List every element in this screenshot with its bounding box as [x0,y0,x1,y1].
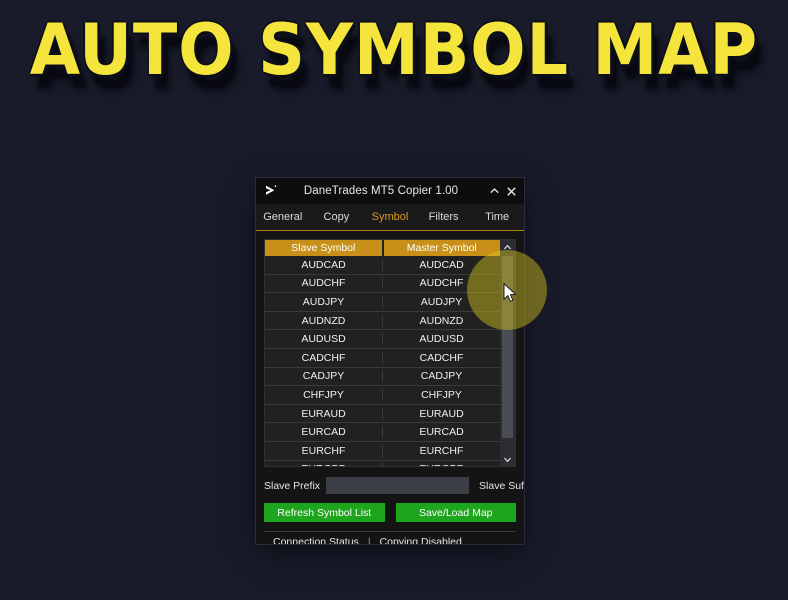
cell-master-symbol: CADCHF [419,351,464,364]
table-row[interactable]: CADCHF CADCHF [265,349,500,368]
refresh-symbol-list-button[interactable]: Refresh Symbol List [264,503,385,522]
cell-slave-symbol: CADJPY [265,370,383,383]
cell-master-symbol: AUDCAD [419,258,464,271]
cell-master-symbol: AUDCHF [419,277,464,290]
table-row[interactable]: AUDJPY AUDJPY [265,293,500,312]
scroll-up-icon[interactable] [500,240,515,254]
scrollbar-track[interactable] [500,254,515,452]
cell-master-symbol: CADJPY [420,370,463,383]
cell-master-symbol: EURCHF [419,444,464,457]
cell-slave-symbol: AUDCAD [265,258,383,271]
cell-master-symbol: EURAUD [419,407,464,420]
table-row[interactable]: EURAUD EURAUD [265,405,500,424]
scrollbar-thumb[interactable] [502,256,513,438]
slave-prefix-label: Slave Prefix [264,479,321,492]
cell-master-symbol: EURGBP [383,463,500,466]
cell-slave-symbol: CHFJPY [265,388,383,401]
cell-master-symbol: CHFJPY [421,388,462,401]
column-header-master-symbol[interactable]: Master Symbol [383,240,500,256]
symbol-tab-panel: Slave Symbol Master Symbol AUDCAD AUDCAD A… [256,231,524,544]
column-header-slave-symbol[interactable]: Slave Symbol [265,240,382,256]
page-title: AUTO SYMBOL MAP [29,9,759,91]
table-vertical-scrollbar[interactable] [500,239,516,467]
cell-slave-symbol: AUDCHF [265,277,383,290]
cell-slave-symbol: CADCHF [265,351,383,364]
symbol-map-table-wrapper: Slave Symbol Master Symbol AUDCAD AUDCAD A… [264,239,516,467]
cell-master-symbol: AUDNZD [419,314,464,327]
symbol-map-table: Slave Symbol Master Symbol AUDCAD AUDCAD A… [264,239,500,467]
affix-field-row: Slave Prefix Slave Suffix [264,477,524,494]
table-row[interactable]: AUDCAD AUDCAD [265,256,500,275]
tab-general[interactable]: General [256,204,310,230]
tab-copy[interactable]: Copy [310,204,364,230]
cell-slave-symbol: EURCHF [265,444,383,457]
tab-time[interactable]: Time [470,204,524,230]
action-button-row: Refresh Symbol List Save/Load Map [264,503,516,522]
table-header-row: Slave Symbol Master Symbol [265,240,500,256]
table-row[interactable]: AUDCHF AUDCHF [265,275,500,294]
table-row[interactable]: EURCAD EURCAD [265,423,500,442]
window-title-text: DaneTrades MT5 Copier 1.00 [303,185,459,197]
tab-filters[interactable]: Filters [417,204,471,230]
status-bar: Connection Status | Copying Disabled [264,531,516,544]
tab-bar: General Copy Symbol Filters Time [256,204,524,231]
tab-symbol[interactable]: Symbol [363,204,417,230]
connection-status-label: Connection Status [273,536,359,544]
save-load-map-button[interactable]: Save/Load Map [395,503,516,522]
slave-prefix-input[interactable] [326,477,470,494]
status-separator: | [367,536,371,544]
table-row[interactable]: CHFJPY CHFJPY [265,386,500,405]
cell-master-symbol: EURCAD [419,426,464,439]
cell-slave-symbol: EURCAD [265,426,383,439]
cell-slave-symbol: AUDJPY [265,295,383,308]
cell-slave-symbol: AUDNZD [265,314,383,327]
table-row[interactable]: AUDUSD AUDUSD [265,330,500,349]
table-row[interactable]: AUDNZD AUDNZD [265,312,500,331]
table-row[interactable]: EURCHF EURCHF [265,442,500,461]
cell-slave-symbol: AUDUSD [265,333,383,346]
window-title-bar: DaneTrades MT5 Copier 1.00 [256,178,524,204]
poster-canvas: AUTO SYMBOL MAP DaneTrades MT5 Copier 1.… [0,0,788,600]
cell-slave-symbol: EURGBP [265,463,383,466]
table-body: AUDCAD AUDCAD AUDCHF AUDCHF AUDJPY AUDJPY AUDN… [265,256,500,466]
app-logo-icon [262,182,280,200]
slave-prefix-group: Slave Prefix [264,477,470,494]
cell-master-symbol: AUDJPY [420,295,463,308]
close-button[interactable] [503,181,520,201]
cell-slave-symbol: EURAUD [265,407,383,420]
cell-master-symbol: AUDUSD [419,333,464,346]
copier-dialog-window: DaneTrades MT5 Copier 1.00 General Copy … [256,178,524,544]
slave-suffix-label: Slave Suffix [479,479,524,492]
copying-status-label: Copying Disabled [379,536,462,544]
table-row[interactable]: CADJPY CADJPY [265,368,500,387]
minimize-button[interactable] [486,181,503,201]
slave-suffix-group: Slave Suffix [479,477,524,494]
scroll-down-icon[interactable] [500,452,515,466]
table-row[interactable]: EURGBPEURGBP [265,461,500,466]
